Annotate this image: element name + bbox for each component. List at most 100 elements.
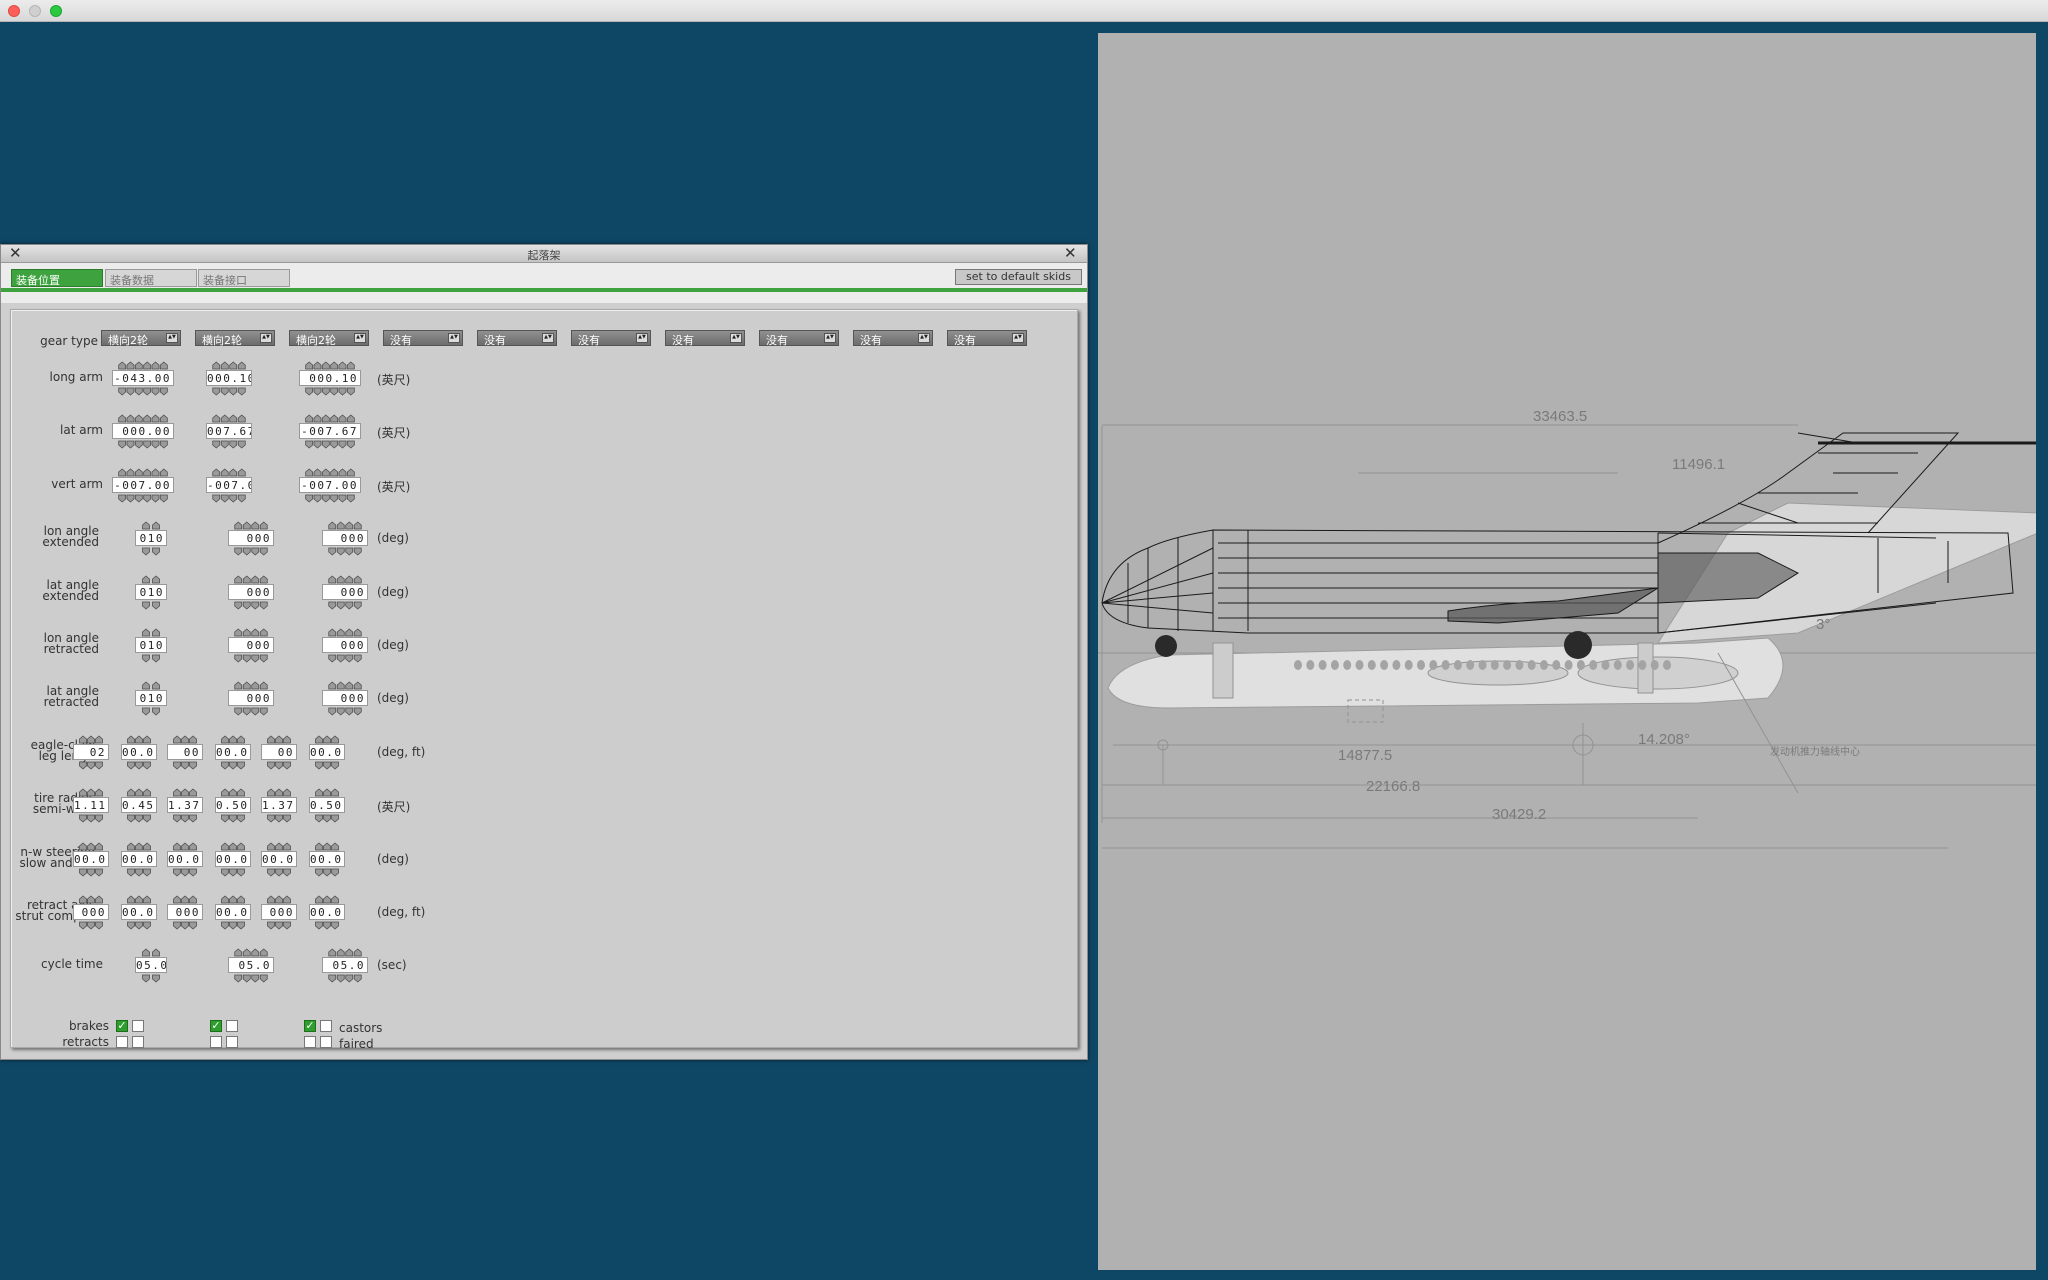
value-field[interactable]: 1.37 [261,797,297,813]
spinner-arrows-icon[interactable] [212,414,246,423]
spinner-arrows-icon[interactable] [173,735,197,744]
spinner-arrows-icon[interactable] [328,974,362,983]
aircraft-preview-viewport[interactable]: 33463.5 11496.1 14877.5 22166.8 30429.2 … [1098,33,2036,1270]
value-field[interactable]: 000 [228,584,274,600]
value-field[interactable]: 05.0 [135,957,167,973]
value-field[interactable]: 000 [322,637,368,653]
set-default-skids-button[interactable]: set to default skids [955,269,1082,285]
spinner-arrows-icon[interactable] [212,361,246,370]
gear-type-select[interactable]: 没有 ▲▼ [759,330,839,347]
minimize-window-icon[interactable] [29,5,41,17]
spinner-arrows-icon[interactable] [79,788,103,797]
tab-gear-data[interactable]: 装备数据 [105,269,197,287]
spinner-arrows-icon[interactable] [328,628,362,637]
value-field[interactable]: 00.0 [215,851,251,867]
spinner-arrows-icon[interactable] [315,788,339,797]
spinner-arrows-icon[interactable] [221,788,245,797]
value-field[interactable]: 000.10 [299,370,361,386]
spinner-arrows-icon[interactable] [221,842,245,851]
spinner-arrows-icon[interactable] [234,654,268,663]
spinner-arrows-icon[interactable] [173,921,197,930]
spinner-arrows-icon[interactable] [267,921,291,930]
value-field[interactable]: 0.45 [121,797,157,813]
spinner-arrows-icon[interactable] [267,735,291,744]
spinner-arrows-icon[interactable] [315,842,339,851]
spinner-arrows-icon[interactable] [267,761,291,770]
gear-type-select[interactable]: 横向2轮 ▲▼ [101,330,181,347]
retracts-checkbox[interactable] [132,1036,144,1048]
spinner-arrows-icon[interactable] [79,895,103,904]
spinner-arrows-icon[interactable] [305,361,355,370]
spinner-arrows-icon[interactable] [127,921,151,930]
value-field[interactable]: 0.50 [215,797,251,813]
brakes-checkbox[interactable] [320,1020,332,1032]
spinner-arrows-icon[interactable] [234,681,268,690]
value-field[interactable]: 000 [322,584,368,600]
gear-type-select[interactable]: 没有 ▲▼ [571,330,651,347]
spinner-arrows-icon[interactable] [173,868,197,877]
spinner-arrows-icon[interactable] [328,948,362,957]
value-field[interactable]: 00.0 [309,904,345,920]
spinner-arrows-icon[interactable] [328,601,362,610]
spinner-arrows-icon[interactable] [127,895,151,904]
close-window-icon[interactable] [8,5,20,17]
spinner-arrows-icon[interactable] [141,628,161,637]
value-field[interactable]: 007.67 [206,423,252,439]
value-field[interactable]: 000 [167,904,203,920]
value-field[interactable]: 000 [228,690,274,706]
brakes-checkbox[interactable]: ✓ [116,1020,128,1032]
value-field[interactable]: 00 [261,744,297,760]
brakes-checkbox[interactable]: ✓ [210,1020,222,1032]
gear-type-select[interactable]: 没有 ▲▼ [853,330,933,347]
value-field[interactable]: 02 [73,744,109,760]
spinner-arrows-icon[interactable] [315,921,339,930]
value-field[interactable]: 000.10 [206,370,252,386]
spinner-arrows-icon[interactable] [221,895,245,904]
value-field[interactable]: 000 [261,904,297,920]
spinner-arrows-icon[interactable] [173,895,197,904]
close-icon[interactable]: ✕ [1064,245,1077,262]
spinner-arrows-icon[interactable] [79,921,103,930]
value-field[interactable]: 05.0 [322,957,368,973]
spinner-arrows-icon[interactable] [118,361,168,370]
spinner-arrows-icon[interactable] [315,814,339,823]
gear-type-select[interactable]: 没有 ▲▼ [477,330,557,347]
gear-type-select[interactable]: 没有 ▲▼ [947,330,1027,347]
value-field[interactable]: 000 [322,530,368,546]
spinner-arrows-icon[interactable] [328,654,362,663]
spinner-arrows-icon[interactable] [212,494,246,503]
spinner-arrows-icon[interactable] [234,547,268,556]
value-field[interactable]: 000 [322,690,368,706]
spinner-arrows-icon[interactable] [305,414,355,423]
spinner-arrows-icon[interactable] [267,895,291,904]
value-field[interactable]: 000.00 [112,423,174,439]
spinner-arrows-icon[interactable] [234,948,268,957]
spinner-arrows-icon[interactable] [127,788,151,797]
retracts-checkbox[interactable] [210,1036,222,1048]
spinner-arrows-icon[interactable] [267,814,291,823]
spinner-arrows-icon[interactable] [328,681,362,690]
value-field[interactable]: 1.37 [167,797,203,813]
value-field[interactable]: -007.00 [206,477,252,493]
spinner-arrows-icon[interactable] [328,575,362,584]
value-field[interactable]: 00 [167,744,203,760]
spinner-arrows-icon[interactable] [79,842,103,851]
retracts-checkbox[interactable] [320,1036,332,1048]
spinner-arrows-icon[interactable] [234,628,268,637]
spinner-arrows-icon[interactable] [315,735,339,744]
spinner-arrows-icon[interactable] [127,735,151,744]
spinner-arrows-icon[interactable] [141,575,161,584]
value-field[interactable]: 010 [135,690,167,706]
spinner-arrows-icon[interactable] [141,948,161,957]
spinner-arrows-icon[interactable] [305,440,355,449]
spinner-arrows-icon[interactable] [267,868,291,877]
spinner-arrows-icon[interactable] [315,895,339,904]
spinner-arrows-icon[interactable] [127,761,151,770]
spinner-arrows-icon[interactable] [328,547,362,556]
spinner-arrows-icon[interactable] [141,521,161,530]
tab-gear-location[interactable]: 装备位置 [11,269,103,287]
spinner-arrows-icon[interactable] [141,707,161,716]
spinner-arrows-icon[interactable] [141,681,161,690]
spinner-arrows-icon[interactable] [127,842,151,851]
spinner-arrows-icon[interactable] [212,468,246,477]
